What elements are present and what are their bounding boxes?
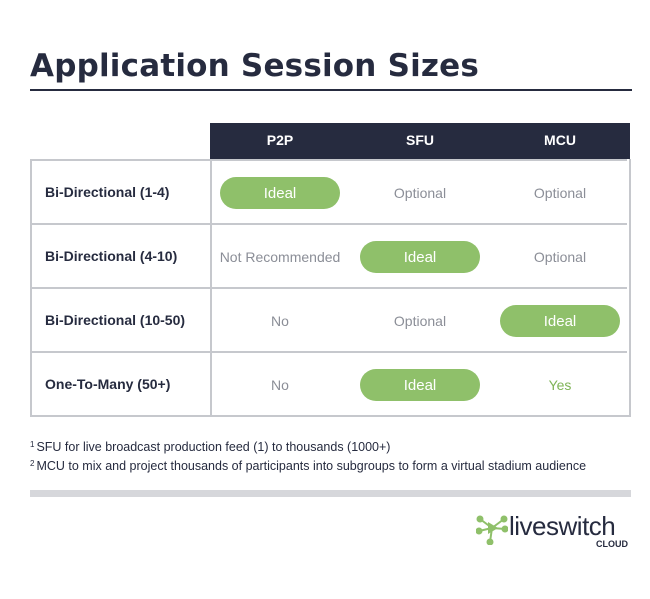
footnote-text: MCU to mix and project thousands of part… (36, 459, 587, 473)
cell-value: Yes (548, 377, 572, 393)
table-cell: Optional (350, 161, 490, 225)
table-row: Bi-Directional (4-10) Not Recommended Idea… (30, 223, 627, 289)
table-cell: No (210, 353, 350, 417)
table-row: Bi-Directional (1-4) Ideal Optional Optiona… (30, 159, 627, 225)
table-cell: Ideal (210, 161, 350, 225)
logo-subtitle: CLOUD (596, 539, 628, 549)
cell-value: Optional (393, 185, 447, 201)
table-cell: Ideal (490, 289, 630, 353)
table-cell: Optional (350, 289, 490, 353)
row-label: Bi-Directional (1-4) (45, 184, 170, 200)
table-cell: Ideal (350, 353, 490, 417)
ideal-badge: Ideal (360, 241, 480, 273)
table-row: Bi-Directional (10-50) No Optional Ideal (30, 287, 627, 353)
ideal-badge: Ideal (360, 369, 480, 401)
row-label: Bi-Directional (4-10) (45, 248, 178, 264)
cell-value: Optional (393, 313, 447, 329)
network-node-icon (476, 515, 508, 545)
bottom-divider (30, 490, 631, 497)
footnote-text: SFU for live broadcast production feed (… (36, 440, 391, 454)
page-title: Application Session Sizes (30, 48, 480, 84)
cell-value: Optional (533, 249, 587, 265)
column-header-mcu: MCU (544, 132, 576, 148)
ideal-badge: Ideal (220, 177, 340, 209)
footnote-2: 2 MCU to mix and project thousands of par… (30, 459, 586, 473)
table-cell: Not Recommended (210, 225, 350, 289)
row-label: Bi-Directional (10-50) (45, 312, 186, 328)
logo-wordmark: liveswitch (509, 511, 616, 541)
table-cell: Optional (490, 161, 630, 225)
title-divider (30, 89, 632, 91)
cell-value: Optional (533, 185, 587, 201)
row-label: One-To-Many (50+) (45, 376, 171, 392)
cell-value: Not Recommended (219, 249, 341, 265)
cell-value: No (271, 313, 289, 329)
table-cell: Optional (490, 225, 630, 289)
table-cell: Ideal (350, 225, 490, 289)
footnote-1: 1 SFU for live broadcast production feed … (30, 440, 390, 454)
cell-value: No (271, 377, 289, 393)
table-row: One-To-Many (50+) No Ideal Yes (30, 351, 627, 417)
column-header-p2p: P2P (266, 132, 294, 148)
ideal-badge: Ideal (500, 305, 620, 337)
table-header: P2P SFU MCU (210, 123, 630, 159)
liveswitch-logo: liveswitch CLOUD (476, 511, 636, 549)
table-cell: Yes (490, 353, 630, 417)
footnote-mark: 2 (30, 459, 35, 468)
table-cell: No (210, 289, 350, 353)
column-header-sfu: SFU (406, 132, 434, 148)
footnote-mark: 1 (30, 440, 35, 449)
